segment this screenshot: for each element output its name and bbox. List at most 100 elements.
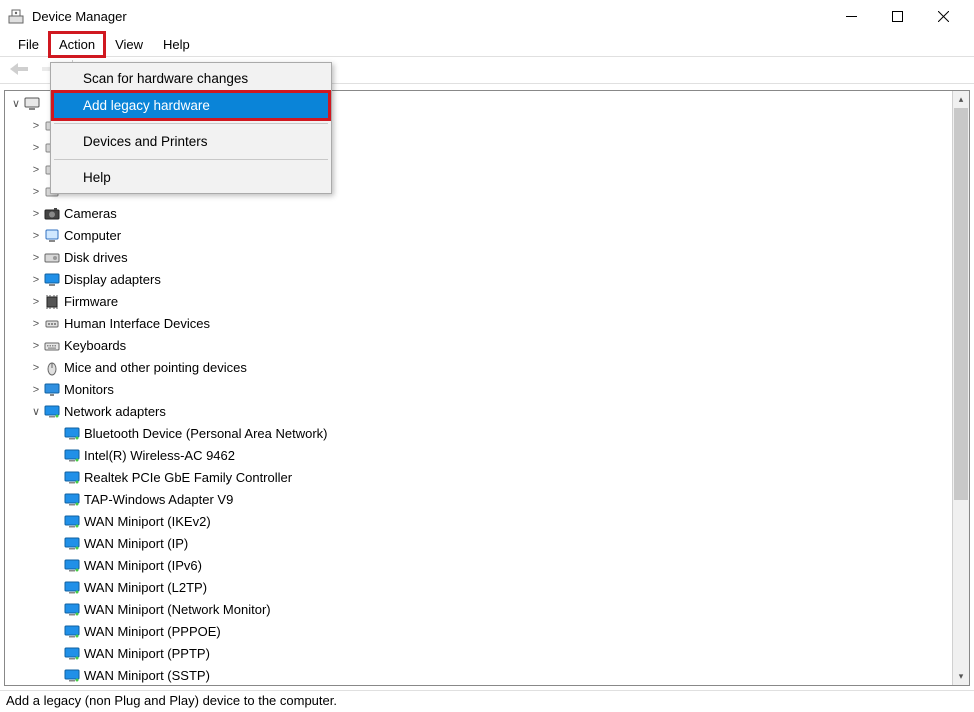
minimize-button[interactable]: [828, 1, 874, 31]
tree-category[interactable]: >Keyboards: [9, 335, 948, 357]
menu-separator: [54, 123, 328, 124]
tree-device[interactable]: Realtek PCIe GbE Family Controller: [9, 467, 948, 489]
expand-toggle[interactable]: >: [29, 291, 43, 313]
category-label: Mice and other pointing devices: [64, 357, 247, 379]
menu-add-legacy-hardware[interactable]: Add legacy hardware: [53, 92, 329, 119]
category-label: Computer: [64, 225, 121, 247]
tree-device[interactable]: WAN Miniport (IKEv2): [9, 511, 948, 533]
network-adapter-icon: [63, 513, 81, 531]
network-adapter-icon: [63, 557, 81, 575]
category-icon: [43, 381, 61, 399]
tree-category[interactable]: > Display adapters: [9, 269, 948, 291]
device-label: WAN Miniport (IKEv2): [84, 511, 211, 533]
expand-toggle[interactable]: ∨: [29, 401, 43, 423]
menu-view[interactable]: View: [107, 34, 151, 55]
menu-separator: [54, 159, 328, 160]
tree-device[interactable]: WAN Miniport (L2TP): [9, 577, 948, 599]
category-label: Firmware: [64, 291, 118, 313]
tree-device[interactable]: WAN Miniport (PPTP): [9, 643, 948, 665]
device-label: Intel(R) Wireless-AC 9462: [84, 445, 235, 467]
window-title: Device Manager: [32, 9, 127, 24]
menu-help[interactable]: Help: [53, 164, 329, 191]
network-adapter-icon: [63, 491, 81, 509]
category-icon: [43, 227, 61, 245]
category-icon: [43, 271, 61, 289]
device-label: Bluetooth Device (Personal Area Network): [84, 423, 328, 445]
close-button[interactable]: [920, 1, 966, 31]
tree-category[interactable]: ∨ Network adapters: [9, 401, 948, 423]
menu-file[interactable]: File: [10, 34, 47, 55]
category-icon: [43, 403, 61, 421]
back-button: [8, 61, 30, 80]
menu-action[interactable]: Action: [51, 34, 103, 55]
scroll-up-arrow[interactable]: ▴: [953, 91, 969, 108]
expand-toggle[interactable]: >: [29, 181, 43, 203]
network-adapter-icon: [63, 469, 81, 487]
network-adapter-icon: [63, 601, 81, 619]
expand-toggle[interactable]: >: [29, 357, 43, 379]
device-label: WAN Miniport (PPPOE): [84, 621, 221, 643]
tree-device[interactable]: WAN Miniport (Network Monitor): [9, 599, 948, 621]
device-label: WAN Miniport (L2TP): [84, 577, 207, 599]
tree-device[interactable]: Intel(R) Wireless-AC 9462: [9, 445, 948, 467]
expand-toggle[interactable]: >: [29, 269, 43, 291]
tree-category[interactable]: > Mice and other pointing devices: [9, 357, 948, 379]
network-adapter-icon: [63, 667, 81, 685]
expand-toggle[interactable]: >: [29, 335, 43, 357]
computer-icon: [23, 95, 41, 113]
menu-help[interactable]: Help: [155, 34, 198, 55]
category-label: Human Interface Devices: [64, 313, 210, 335]
expand-toggle[interactable]: >: [29, 225, 43, 247]
tree-device[interactable]: WAN Miniport (SSTP): [9, 665, 948, 685]
tree-category[interactable]: > Cameras: [9, 203, 948, 225]
tree-device[interactable]: WAN Miniport (IPv6): [9, 555, 948, 577]
action-dropdown: Scan for hardware changes Add legacy har…: [50, 62, 332, 194]
category-icon: [43, 293, 61, 311]
tree-device[interactable]: WAN Miniport (PPPOE): [9, 621, 948, 643]
category-label: Disk drives: [64, 247, 128, 269]
category-label: Display adapters: [64, 269, 161, 291]
network-adapter-icon: [63, 645, 81, 663]
device-label: WAN Miniport (Network Monitor): [84, 599, 271, 621]
expand-toggle[interactable]: >: [29, 247, 43, 269]
tree-device[interactable]: WAN Miniport (IP): [9, 533, 948, 555]
device-label: WAN Miniport (SSTP): [84, 665, 210, 685]
vertical-scrollbar[interactable]: ▴ ▾: [952, 91, 969, 685]
network-adapter-icon: [63, 579, 81, 597]
expand-toggle[interactable]: ∨: [9, 93, 23, 115]
maximize-button[interactable]: [874, 1, 920, 31]
status-bar: Add a legacy (non Plug and Play) device …: [0, 690, 974, 712]
expand-toggle[interactable]: >: [29, 115, 43, 137]
expand-toggle[interactable]: >: [29, 137, 43, 159]
tree-device[interactable]: Bluetooth Device (Personal Area Network): [9, 423, 948, 445]
network-adapter-icon: [63, 535, 81, 553]
menu-devices-printers[interactable]: Devices and Printers: [53, 128, 329, 155]
network-adapter-icon: [63, 447, 81, 465]
scroll-down-arrow[interactable]: ▾: [953, 668, 969, 685]
device-label: WAN Miniport (IP): [84, 533, 188, 555]
category-label: Cameras: [64, 203, 117, 225]
category-label: Network adapters: [64, 401, 166, 423]
expand-toggle[interactable]: >: [29, 203, 43, 225]
category-icon: [43, 359, 61, 377]
device-label: WAN Miniport (PPTP): [84, 643, 210, 665]
tree-category[interactable]: > Human Interface Devices: [9, 313, 948, 335]
menu-scan-hardware[interactable]: Scan for hardware changes: [53, 65, 329, 92]
scroll-track[interactable]: [953, 108, 969, 668]
tree-category[interactable]: >Monitors: [9, 379, 948, 401]
app-icon: [8, 8, 24, 24]
window-controls: [828, 1, 966, 31]
title-bar: Device Manager: [0, 0, 974, 32]
device-label: TAP-Windows Adapter V9: [84, 489, 233, 511]
network-adapter-icon: [63, 425, 81, 443]
category-icon: [43, 315, 61, 333]
tree-category[interactable]: > Computer: [9, 225, 948, 247]
scroll-thumb[interactable]: [954, 108, 968, 500]
expand-toggle[interactable]: >: [29, 159, 43, 181]
tree-device[interactable]: TAP-Windows Adapter V9: [9, 489, 948, 511]
expand-toggle[interactable]: >: [29, 379, 43, 401]
network-adapter-icon: [63, 623, 81, 641]
tree-category[interactable]: > Disk drives: [9, 247, 948, 269]
tree-category[interactable]: > Firmware: [9, 291, 948, 313]
expand-toggle[interactable]: >: [29, 313, 43, 335]
